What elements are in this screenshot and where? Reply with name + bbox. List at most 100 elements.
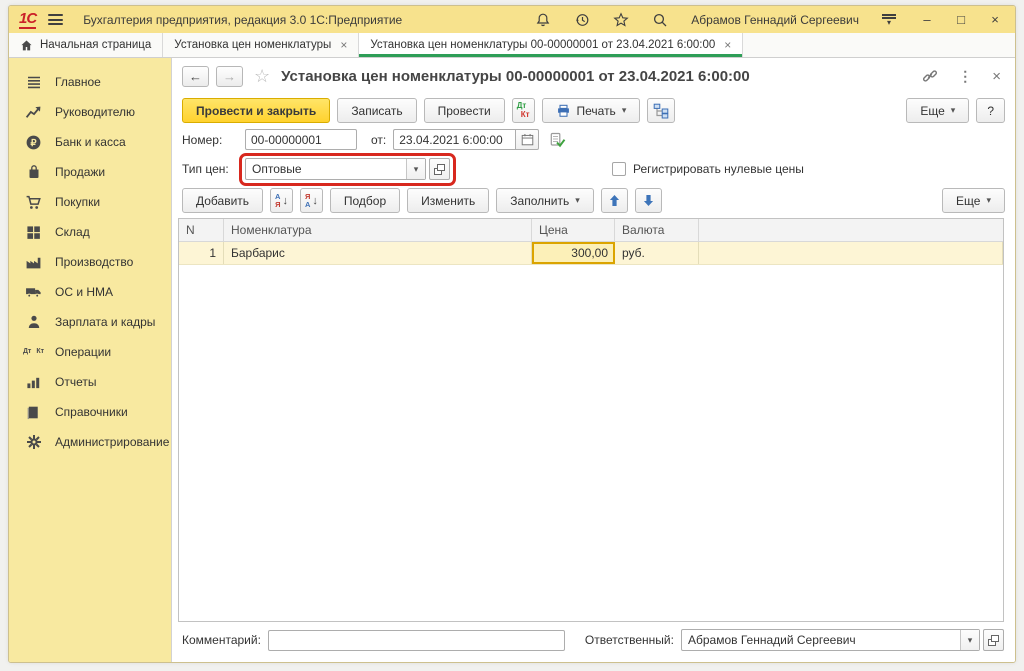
- sidebar-item-reports[interactable]: Отчеты: [9, 367, 171, 397]
- sort-asc-icon: АЯ: [275, 193, 280, 209]
- sidebar-item-manager[interactable]: Руководителю: [9, 97, 171, 127]
- responsible-combo[interactable]: Абрамов Геннадий Сергеевич ▾: [681, 629, 980, 651]
- move-row-down-button[interactable]: [635, 188, 662, 213]
- sidebar-item-label: Руководителю: [55, 105, 135, 119]
- tab-close-icon[interactable]: ×: [724, 38, 731, 52]
- calendar-button[interactable]: [515, 129, 539, 150]
- cell-item-name[interactable]: Барбарис: [224, 242, 532, 264]
- tab-price-setting-document[interactable]: Установка цен номенклатуры 00-00000001 о…: [359, 33, 743, 57]
- sidebar-item-main[interactable]: Главное: [9, 67, 171, 97]
- column-header-price[interactable]: Цена: [532, 219, 615, 241]
- window-close-button[interactable]: ×: [985, 12, 1005, 27]
- sidebar-item-bank-cash[interactable]: ₽ Банк и касса: [9, 127, 171, 157]
- arrow-down-icon: [643, 194, 654, 207]
- pick-items-button[interactable]: Подбор: [330, 188, 400, 213]
- sidebar-item-warehouse[interactable]: Склад: [9, 217, 171, 247]
- sidebar-item-sales[interactable]: Продажи: [9, 157, 171, 187]
- forward-button[interactable]: →: [216, 66, 243, 87]
- factory-icon: [25, 254, 42, 271]
- register-zero-prices-checkbox[interactable]: Регистрировать нулевые цены: [612, 162, 804, 176]
- cell-row-number[interactable]: 1: [179, 242, 224, 264]
- save-button[interactable]: Записать: [337, 98, 416, 123]
- search-icon[interactable]: [651, 11, 668, 28]
- dropdown-caret-icon[interactable]: ▾: [406, 159, 425, 179]
- favorite-star-icon[interactable]: ☆: [254, 66, 270, 87]
- shopping-cart-icon: [25, 194, 42, 211]
- sidebar-item-label: Продажи: [55, 165, 105, 179]
- section-panel: Главное Руководителю ₽ Банк и касса Прод…: [9, 58, 171, 662]
- sidebar-item-directories[interactable]: Справочники: [9, 397, 171, 427]
- number-input[interactable]: [245, 129, 357, 150]
- printer-icon: [556, 104, 571, 118]
- column-header-item[interactable]: Номенклатура: [224, 219, 532, 241]
- sidebar-item-operations[interactable]: ДтКт Операции: [9, 337, 171, 367]
- move-row-up-button[interactable]: [601, 188, 628, 213]
- history-icon[interactable]: [573, 11, 590, 28]
- date-label: от:: [371, 133, 386, 147]
- menu-lines-icon: [25, 74, 42, 91]
- table-header-row: N Номенклатура Цена Валюта: [179, 219, 1003, 242]
- responsible-open-button[interactable]: [983, 629, 1004, 651]
- price-type-open-button[interactable]: [429, 158, 450, 180]
- more-menu-icon[interactable]: ⋮: [958, 68, 972, 85]
- table-row[interactable]: 1 Барбарис 300,00 руб.: [179, 242, 1003, 265]
- sort-ascending-button[interactable]: АЯ ↓: [270, 188, 293, 213]
- post-and-close-button[interactable]: Провести и закрыть: [182, 98, 330, 123]
- responsible-label: Ответственный:: [585, 633, 674, 647]
- book-icon: [25, 404, 42, 421]
- user-settings-icon[interactable]: ▾: [881, 14, 897, 25]
- add-row-button[interactable]: Добавить: [182, 188, 263, 213]
- tab-home[interactable]: Начальная страница: [9, 33, 163, 57]
- fill-button[interactable]: Заполнить ▾: [496, 188, 593, 213]
- sidebar-item-purchases[interactable]: Покупки: [9, 187, 171, 217]
- document-movements-icon[interactable]: [549, 132, 566, 148]
- edit-row-button[interactable]: Изменить: [407, 188, 489, 213]
- sidebar-item-production[interactable]: Производство: [9, 247, 171, 277]
- help-button[interactable]: ?: [976, 98, 1005, 123]
- sidebar-item-label: Склад: [55, 225, 90, 239]
- date-input[interactable]: [393, 129, 515, 150]
- get-link-icon[interactable]: [922, 68, 938, 84]
- close-form-icon[interactable]: ×: [992, 68, 1001, 85]
- post-button[interactable]: Провести: [424, 98, 505, 123]
- window-maximize-button[interactable]: □: [951, 12, 971, 27]
- price-type-combo[interactable]: Оптовые ▾: [245, 158, 426, 180]
- cell-currency[interactable]: руб.: [615, 242, 699, 264]
- current-user[interactable]: Абрамов Геннадий Сергеевич: [691, 13, 859, 27]
- sort-desc-icon: ЯА: [305, 193, 310, 209]
- back-button[interactable]: ←: [182, 66, 209, 87]
- checkbox-icon[interactable]: [612, 162, 626, 176]
- responsible-value: Абрамов Геннадий Сергеевич: [682, 630, 960, 650]
- sidebar-item-administration[interactable]: Администрирование: [9, 427, 171, 457]
- table-more-button[interactable]: Еще ▾: [942, 188, 1005, 213]
- window-minimize-button[interactable]: –: [917, 12, 937, 27]
- tab-close-icon[interactable]: ×: [340, 38, 347, 52]
- main-menu-icon[interactable]: [48, 14, 63, 25]
- open-list-icon: [988, 635, 999, 646]
- form-more-button[interactable]: Еще ▾: [906, 98, 969, 123]
- sidebar-item-payroll-hr[interactable]: Зарплата и кадры: [9, 307, 171, 337]
- dropdown-caret-icon[interactable]: ▾: [960, 630, 979, 650]
- sidebar-item-label: Операции: [55, 345, 111, 359]
- tab-label: Установка цен номенклатуры: [174, 39, 331, 51]
- table-empty-area[interactable]: [179, 265, 1003, 621]
- sidebar-item-fixed-assets[interactable]: ОС и НМА: [9, 277, 171, 307]
- app-window: 1С Бухгалтерия предприятия, редакция 3.0…: [8, 5, 1016, 663]
- notifications-bell-icon[interactable]: [534, 11, 551, 28]
- cell-price-selected[interactable]: 300,00: [532, 242, 615, 264]
- print-button[interactable]: Печать ▾: [542, 98, 641, 123]
- show-postings-button[interactable]: ДтКт: [512, 98, 535, 123]
- sort-descending-button[interactable]: ЯА ↓: [300, 188, 323, 213]
- shopping-bag-icon: [25, 164, 42, 181]
- tab-price-setting-list[interactable]: Установка цен номенклатуры ×: [163, 33, 359, 57]
- 1c-logo-icon[interactable]: 1С: [19, 11, 36, 29]
- column-header-currency[interactable]: Валюта: [615, 219, 699, 241]
- sidebar-item-label: ОС и НМА: [55, 285, 113, 299]
- items-table: N Номенклатура Цена Валюта 1 Барбарис 30…: [178, 218, 1004, 622]
- comment-input[interactable]: [268, 630, 565, 651]
- open-list-icon: [434, 164, 445, 175]
- related-documents-button[interactable]: [647, 98, 675, 123]
- column-header-n[interactable]: N: [179, 219, 224, 241]
- sidebar-item-label: Банк и касса: [55, 135, 126, 149]
- favorites-star-icon[interactable]: [612, 11, 629, 28]
